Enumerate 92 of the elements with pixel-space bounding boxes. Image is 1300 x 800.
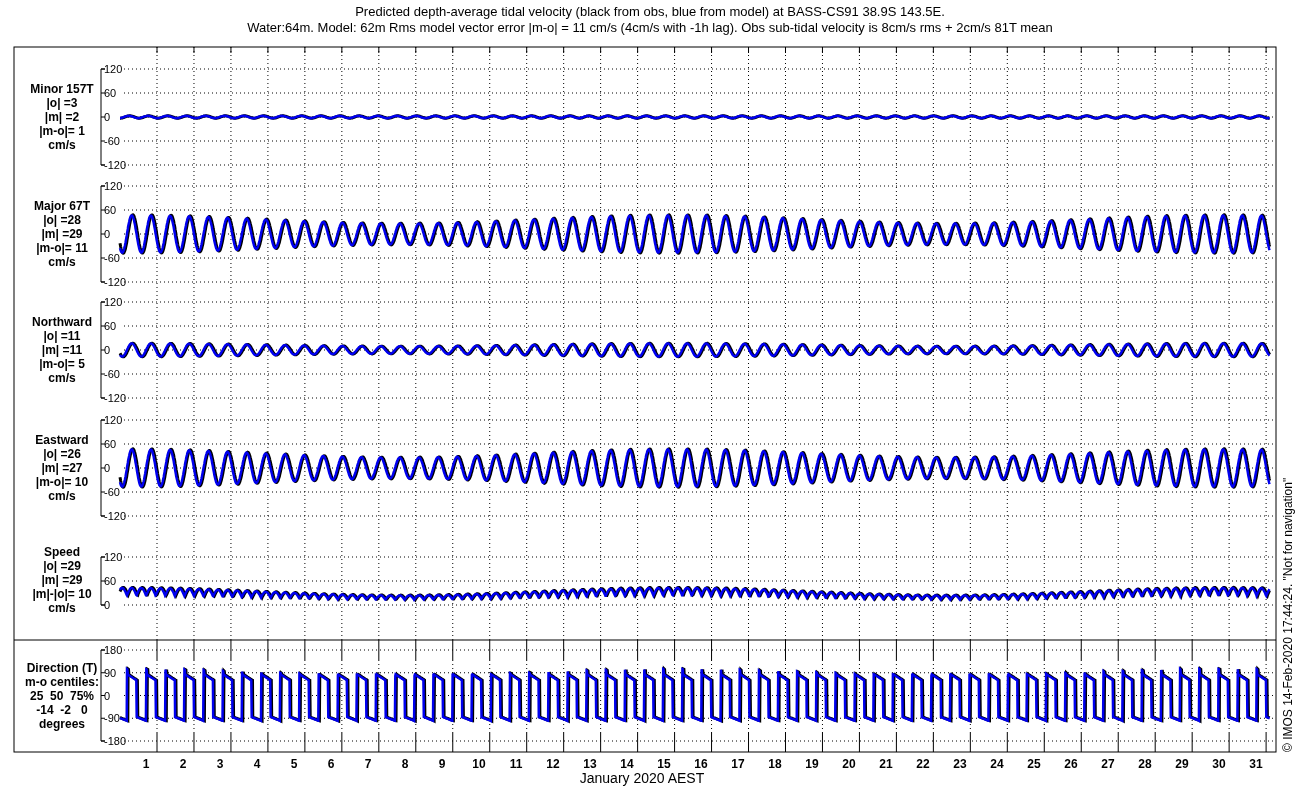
x-tick-label: 28 [1138, 757, 1152, 771]
y-tick-label: 60 [104, 87, 117, 99]
panel-label: |m| =2 [44, 110, 80, 124]
panel-label: |m-o|= 5 [39, 357, 85, 371]
x-tick-label: 2 [179, 757, 187, 771]
panel-label: |o| =11 [43, 329, 81, 343]
panel-label: Northward [32, 315, 92, 329]
x-tick-label: 25 [1027, 757, 1041, 771]
y-tick-label: 60 [104, 575, 117, 587]
x-tick-label: 3 [216, 757, 224, 771]
x-tick-label: 9 [438, 757, 446, 771]
y-tick-label: 0 [104, 462, 111, 474]
x-tick-label: 12 [546, 757, 560, 771]
y-tick-label: 120 [104, 551, 123, 563]
panel-label: Eastward [35, 433, 89, 447]
x-tick-label: 6 [327, 757, 335, 771]
x-tick-label: 23 [953, 757, 967, 771]
x-tick-label: 27 [1101, 757, 1115, 771]
x-axis-title: January 2020 AEST [579, 770, 705, 786]
y-tick-label: 60 [104, 320, 117, 332]
x-tick-label: 10 [472, 757, 486, 771]
y-tick-label: -120 [104, 276, 127, 288]
y-tick-label: -90 [104, 712, 120, 725]
panel-label: -14 -2 0 [36, 702, 88, 717]
y-tick-label: 0 [104, 344, 111, 356]
panel-label: |m-o|= 1 [39, 124, 85, 138]
y-tick-label: -120 [104, 392, 127, 404]
x-tick-label: 4 [253, 757, 261, 771]
panel-label: |m-o|= 10 [35, 475, 89, 489]
panel-label: cm/s [48, 138, 76, 152]
chart-subtitle: Water:64m. Model: 62m Rms model vector error |m-o| = 11 cm/s (4cm/s with -1h lag). Obs sub-tidal velocity is 8cm/s rms + 2cm/s 81T mean [247, 20, 1053, 36]
copyright-note: © IMOS 14-Feb-2020 17:44:24. "Not for navigation" [1281, 477, 1295, 752]
panel-label: Minor 157T [30, 82, 94, 96]
panel-label: 25 50 75% [29, 688, 95, 703]
x-tick-label: 22 [916, 757, 930, 771]
y-tick-label: 120 [104, 63, 123, 75]
y-tick-label: 120 [104, 180, 123, 192]
y-tick-label: 0 [104, 111, 111, 123]
panel-label: |m|-|o|= 10 [32, 587, 92, 601]
panel-label: |o| =28 [43, 213, 81, 227]
x-tick-label: 1 [142, 757, 150, 771]
panel-label: Speed [44, 545, 80, 559]
panel-label: degrees [39, 716, 85, 731]
y-tick-label: 120 [104, 296, 123, 308]
y-tick-label: 90 [104, 666, 117, 679]
panel-label: cm/s [48, 371, 76, 385]
panel-label: |m| =29 [41, 227, 83, 241]
x-tick-label: 13 [583, 757, 597, 771]
panel-label: Direction (T) [26, 660, 98, 675]
x-tick-label: 26 [1064, 757, 1078, 771]
x-tick-label: 16 [694, 757, 708, 771]
x-tick-label: 11 [509, 757, 523, 771]
panel-label: Major 67T [34, 199, 90, 213]
x-tick-label: 7 [364, 757, 372, 771]
x-tick-label: 30 [1212, 757, 1226, 771]
panel-label: |o| =3 [46, 96, 78, 110]
y-tick-label: -60 [104, 486, 120, 498]
x-tick-label: 18 [768, 757, 782, 771]
panel-label: |o| =29 [43, 559, 81, 573]
y-tick-label: -60 [104, 252, 120, 264]
x-tick-label: 29 [1175, 757, 1189, 771]
x-tick-label: 31 [1249, 757, 1263, 771]
chart-title: Predicted depth-average tidal velocity (black from obs, blue from model) at BASS-CS91 38.9S 143.5E. [355, 4, 945, 20]
panel-label: m-o centiles: [25, 674, 99, 689]
y-tick-label: -120 [104, 159, 127, 171]
panel-label: |m-o|= 11 [36, 241, 88, 255]
y-tick-label: -60 [104, 368, 120, 380]
y-tick-label: 180 [104, 644, 123, 656]
panel-label: |m| =29 [41, 573, 83, 587]
x-tick-label: 15 [657, 757, 671, 771]
panel-label: cm/s [48, 601, 76, 615]
panel-label: |m| =11 [41, 343, 83, 357]
x-tick-label: 19 [805, 757, 819, 771]
x-tick-label: 24 [990, 757, 1004, 771]
y-tick-label: -120 [104, 510, 127, 522]
y-tick-label: -60 [104, 135, 120, 147]
panel-label: |m| =27 [41, 461, 83, 475]
x-tick-label: 5 [290, 757, 298, 771]
panel-label: cm/s [48, 255, 76, 269]
y-tick-label: 0 [104, 228, 111, 240]
x-tick-label: 21 [879, 757, 893, 771]
y-tick-label: 60 [104, 204, 117, 216]
x-tick-label: 8 [401, 757, 409, 771]
panel-label: cm/s [48, 489, 76, 503]
y-tick-label: 0 [104, 599, 111, 611]
x-tick-label: 20 [842, 757, 856, 771]
y-tick-label: -180 [104, 735, 127, 747]
y-tick-label: 120 [104, 414, 123, 426]
x-tick-label: 17 [731, 757, 745, 771]
y-tick-label: 60 [104, 438, 117, 450]
x-tick-label: 14 [620, 757, 634, 771]
panel-label: |o| =26 [43, 447, 81, 461]
